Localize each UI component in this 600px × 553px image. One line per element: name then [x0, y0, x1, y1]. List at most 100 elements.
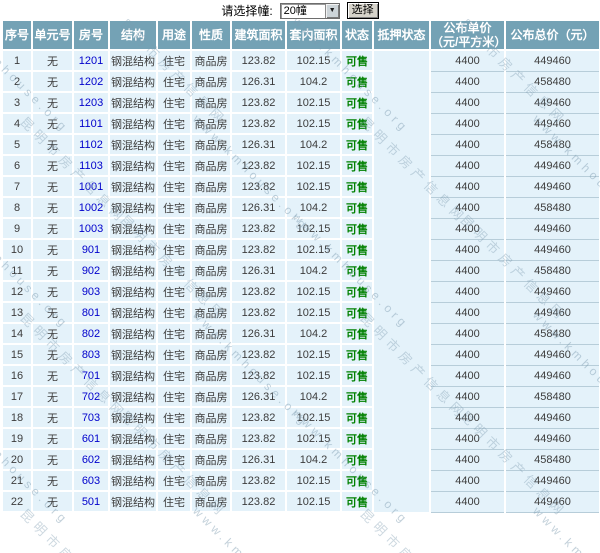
cell-no: 7: [1, 175, 33, 198]
cell-no: 21: [1, 469, 33, 492]
room-number-link[interactable]: 701: [82, 370, 100, 382]
cell-total_price: 449460: [504, 406, 600, 429]
cell-total_price: 458480: [504, 133, 600, 156]
room-number-link[interactable]: 1103: [79, 160, 103, 172]
cell-unit_price: 4400: [429, 322, 506, 345]
cell-mortgage: [372, 323, 431, 344]
cell-status: 可售: [340, 196, 374, 219]
cell-no: 20: [1, 448, 33, 471]
cell-build_area: 126.31: [230, 322, 287, 345]
cell-structure: 钢混结构: [108, 427, 158, 450]
cell-unit: 无: [31, 259, 74, 282]
cell-mortgage: [372, 365, 431, 386]
cell-room: 1003: [72, 217, 110, 240]
cell-total_price: 458480: [504, 259, 600, 282]
cell-inner_area: 104.2: [285, 70, 342, 93]
table-row: 22 无 501 钢混结构 住宅 商品房 123.82 102.15 可售 4400 449460: [1, 490, 600, 513]
room-number-link[interactable]: 903: [82, 286, 100, 298]
table-row: 3 无 1203 钢混结构 住宅 商品房 123.82 102.15 可售 4400 449460: [1, 91, 600, 114]
cell-structure: 钢混结构: [108, 238, 158, 261]
room-number-link[interactable]: 703: [82, 412, 100, 424]
building-select-value: 20幢: [283, 4, 307, 17]
cell-build_area: 123.82: [230, 343, 287, 366]
cell-build_area: 123.82: [230, 490, 287, 513]
cell-room: 601: [72, 427, 110, 450]
housing-table: 序号 单元号 房号 结构 用途 性质 建筑面积 套内面积 状态 抵押状态 公布单价（元/平方米） 公布…: [1, 19, 600, 513]
room-number-link[interactable]: 1101: [79, 118, 103, 130]
cell-status: 可售: [340, 469, 374, 492]
table-row: 10 无 901 钢混结构 住宅 商品房 123.82 102.15 可售 4400 449460: [1, 238, 600, 261]
cell-room: 1201: [72, 49, 110, 72]
housing-table-area: 序号 单元号 房号 结构 用途 性质 建筑面积 套内面积 状态 抵押状态 公布单价（元/平方米） 公布…: [0, 19, 600, 553]
cell-structure: 钢混结构: [108, 133, 158, 156]
chevron-down-icon[interactable]: ▼: [324, 3, 339, 18]
cell-no: 18: [1, 406, 33, 429]
cell-inner_area: 102.15: [285, 154, 342, 177]
cell-unit: 无: [31, 154, 74, 177]
cell-unit_price: 4400: [429, 154, 506, 177]
cell-structure: 钢混结构: [108, 364, 158, 387]
cell-inner_area: 102.15: [285, 49, 342, 72]
cell-unit_price: 4400: [429, 364, 506, 387]
cell-no: 13: [1, 301, 33, 324]
room-number-link[interactable]: 603: [82, 475, 100, 487]
room-number-link[interactable]: 601: [82, 433, 100, 445]
cell-room: 802: [72, 322, 110, 345]
cell-status: 可售: [340, 259, 374, 282]
room-number-link[interactable]: 602: [82, 454, 100, 466]
room-number-link[interactable]: 801: [82, 307, 100, 319]
col-header-build_area: 建筑面积: [230, 19, 287, 51]
cell-nature: 商品房: [190, 448, 232, 471]
select-button[interactable]: 选择: [346, 2, 379, 19]
cell-build_area: 123.82: [230, 91, 287, 114]
room-number-link[interactable]: 501: [82, 496, 100, 508]
cell-usage: 住宅: [156, 133, 192, 156]
room-number-link[interactable]: 702: [82, 391, 100, 403]
cell-inner_area: 102.15: [285, 343, 342, 366]
room-number-link[interactable]: 1201: [79, 55, 103, 67]
cell-inner_area: 102.15: [285, 490, 342, 513]
room-number-link[interactable]: 1001: [79, 181, 103, 193]
cell-inner_area: 102.15: [285, 238, 342, 261]
room-number-link[interactable]: 803: [82, 349, 100, 361]
cell-status: 可售: [340, 406, 374, 429]
room-number-link[interactable]: 1003: [79, 223, 103, 235]
cell-inner_area: 102.15: [285, 175, 342, 198]
cell-usage: 住宅: [156, 154, 192, 177]
cell-total_price: 449460: [504, 49, 600, 72]
cell-structure: 钢混结构: [108, 112, 158, 135]
room-number-link[interactable]: 1102: [79, 139, 103, 151]
cell-total_price: 449460: [504, 175, 600, 198]
cell-structure: 钢混结构: [108, 490, 158, 513]
cell-unit: 无: [31, 70, 74, 93]
cell-mortgage: [372, 71, 431, 92]
cell-total_price: 458480: [504, 70, 600, 93]
cell-usage: 住宅: [156, 343, 192, 366]
cell-usage: 住宅: [156, 112, 192, 135]
cell-nature: 商品房: [190, 49, 232, 72]
cell-status: 可售: [340, 322, 374, 345]
cell-status: 可售: [340, 112, 374, 135]
cell-usage: 住宅: [156, 280, 192, 303]
cell-mortgage: [372, 155, 431, 176]
cell-build_area: 126.31: [230, 70, 287, 93]
col-header-unit_price: 公布单价（元/平方米）: [429, 19, 506, 51]
cell-total_price: 449460: [504, 280, 600, 303]
cell-mortgage: [372, 260, 431, 281]
room-number-link[interactable]: 1002: [79, 202, 103, 214]
cell-nature: 商品房: [190, 259, 232, 282]
room-number-link[interactable]: 902: [82, 265, 100, 277]
cell-total_price: 449460: [504, 343, 600, 366]
room-number-link[interactable]: 1202: [79, 76, 103, 88]
cell-structure: 钢混结构: [108, 385, 158, 408]
cell-inner_area: 104.2: [285, 385, 342, 408]
room-number-link[interactable]: 901: [82, 244, 100, 256]
table-row: 4 无 1101 钢混结构 住宅 商品房 123.82 102.15 可售 4400 449460: [1, 112, 600, 135]
room-number-link[interactable]: 802: [82, 328, 100, 340]
cell-status: 可售: [340, 301, 374, 324]
building-select[interactable]: 20幢 ▼: [279, 2, 340, 19]
cell-mortgage: [372, 470, 431, 491]
cell-build_area: 126.31: [230, 196, 287, 219]
cell-room: 801: [72, 301, 110, 324]
room-number-link[interactable]: 1203: [79, 97, 103, 109]
